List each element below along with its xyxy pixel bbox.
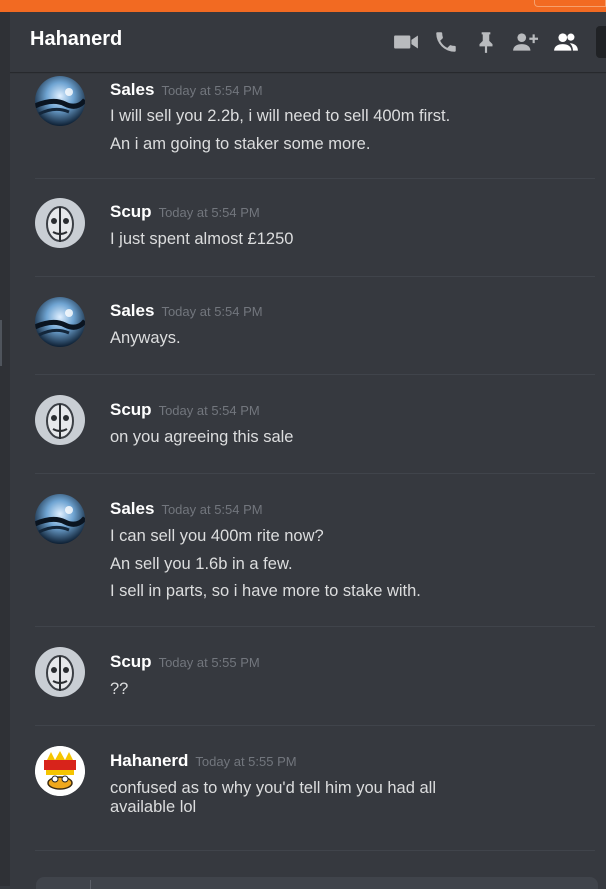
scup-avatar[interactable] (35, 395, 85, 445)
message-author[interactable]: Hahanerd Today at 5:55 PM (110, 751, 297, 771)
message-timestamp: Today at 5:54 PM (161, 304, 263, 319)
window-control[interactable] (534, 0, 606, 7)
message-author[interactable]: Scup Today at 5:54 PM (110, 202, 260, 222)
sales-avatar[interactable] (35, 76, 85, 126)
message-divider (35, 374, 595, 375)
message-text: ?? (110, 680, 129, 698)
message-text: An sell you 1.6b in a few. (110, 555, 293, 573)
message-author[interactable]: Scup Today at 5:54 PM (110, 400, 260, 420)
channel-header: Hahanerd (10, 12, 606, 72)
message-timestamp: Today at 5:54 PM (161, 83, 263, 98)
message-input[interactable] (36, 877, 598, 889)
message-divider (35, 276, 595, 277)
message-text: I sell in parts, so i have more to stake… (110, 582, 421, 600)
message-timestamp: Today at 5:54 PM (161, 502, 263, 517)
message-divider (35, 725, 595, 726)
message-timestamp: Today at 5:54 PM (158, 205, 260, 220)
message-text: I will sell you 2.2b, i will need to sel… (110, 107, 451, 125)
sales-avatar[interactable] (35, 297, 85, 347)
pin-icon[interactable] (473, 29, 499, 55)
message-divider (35, 850, 595, 851)
members-icon[interactable] (553, 29, 579, 55)
message-text: I just spent almost £1250 (110, 230, 294, 248)
message-author[interactable]: Sales Today at 5:54 PM (110, 301, 263, 321)
message-text: Anyways. (110, 329, 181, 347)
message-timestamp: Today at 5:55 PM (158, 655, 260, 670)
add-user-icon[interactable] (512, 29, 538, 55)
message-divider (35, 473, 595, 474)
message-timestamp: Today at 5:54 PM (158, 403, 260, 418)
composer-separator (90, 880, 91, 889)
scup-avatar[interactable] (35, 198, 85, 248)
message-author[interactable]: Sales Today at 5:54 PM (110, 80, 263, 100)
channel-sidebar-edge (0, 12, 10, 886)
message-text: An i am going to staker some more. (110, 135, 371, 153)
channel-title: Hahanerd (30, 28, 123, 50)
hahanerd-avatar[interactable] (35, 746, 85, 796)
message-author[interactable]: Scup Today at 5:55 PM (110, 652, 260, 672)
message-text: on you agreeing this sale (110, 428, 294, 446)
scup-avatar[interactable] (35, 647, 85, 697)
message-timestamp: Today at 5:55 PM (195, 754, 297, 769)
window-top-bar (0, 0, 606, 12)
message-text: I can sell you 400m rite now? (110, 527, 324, 545)
message-divider (35, 626, 595, 627)
sidebar-scroll-indicator (0, 320, 2, 366)
message-author[interactable]: Sales Today at 5:54 PM (110, 499, 263, 519)
video-call-icon[interactable] (393, 29, 419, 55)
voice-call-icon[interactable] (433, 29, 459, 55)
sales-avatar[interactable] (35, 494, 85, 544)
search-bar[interactable] (596, 26, 606, 58)
message-divider (35, 178, 595, 179)
message-text: available lol (110, 798, 197, 816)
message-text: confused as to why you'd tell him you ha… (110, 779, 437, 797)
